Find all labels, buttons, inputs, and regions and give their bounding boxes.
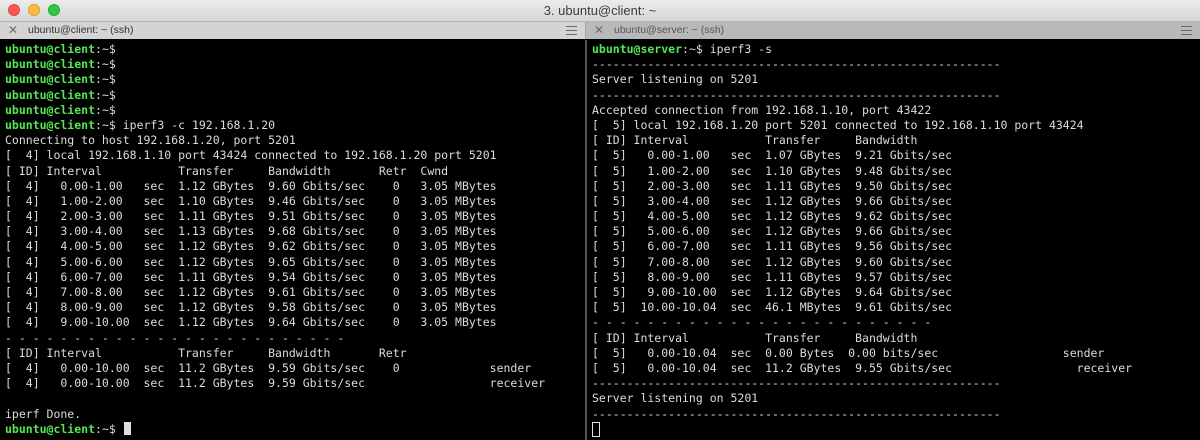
output-line: [ 5] 0.00-1.00 sec 1.07 GBytes 9.21 Gbit… bbox=[592, 148, 953, 163]
prompt-path: :~$ bbox=[95, 72, 116, 87]
tab-server-ssh[interactable]: ✕ ubuntu@server: ~ (ssh) bbox=[586, 22, 1200, 39]
window-title: 3. ubuntu@client: ~ bbox=[543, 3, 657, 18]
output-line: [ 4] 0.00-10.00 sec 11.2 GBytes 9.59 Gbi… bbox=[5, 360, 532, 375]
output-line: [ 5] 8.00-9.00 sec 1.11 GBytes 9.57 Gbit… bbox=[592, 269, 953, 284]
server-terminal-output: ubuntu@server:~$ iperf3 -s --------------… bbox=[592, 42, 1132, 437]
output-line: [ ID] Interval Transfer Bandwidth Retr C… bbox=[5, 163, 449, 178]
output-line: [ 4] 2.00-3.00 sec 1.11 GBytes 9.51 Gbit… bbox=[5, 209, 497, 224]
prompt-user: ubuntu@server bbox=[592, 42, 683, 56]
tab-client-ssh[interactable]: ✕ ubuntu@client: ~ (ssh) bbox=[0, 22, 586, 39]
hamburger-menu-icon[interactable] bbox=[1181, 26, 1192, 35]
prompt-path: :~$ bbox=[682, 42, 703, 56]
prompt-user: ubuntu@client bbox=[5, 57, 96, 72]
output-line: [ 5] 6.00-7.00 sec 1.11 GBytes 9.56 Gbit… bbox=[592, 239, 953, 254]
terminal-window: 3. ubuntu@client: ~ ✕ ubuntu@client: ~ (… bbox=[0, 0, 1200, 440]
prompt-line: ubuntu@client:~$ bbox=[5, 88, 545, 103]
output-line: [ 5] 2.00-3.00 sec 1.11 GBytes 9.50 Gbit… bbox=[592, 178, 953, 193]
output-line: ----------------------------------------… bbox=[592, 87, 1001, 102]
text-cursor bbox=[592, 421, 600, 437]
output-line: [ 4] local 192.168.1.10 port 43424 conne… bbox=[5, 148, 497, 163]
prompt-user: ubuntu@client bbox=[5, 421, 96, 436]
prompt-line: ubuntu@client:~$ bbox=[5, 421, 545, 437]
output-line: [ 5] 5.00-6.00 sec 1.12 GBytes 9.66 Gbit… bbox=[592, 224, 953, 239]
output-line: ----------------------------------------… bbox=[592, 406, 1001, 421]
title-bar[interactable]: 3. ubuntu@client: ~ bbox=[0, 0, 1200, 22]
output-line: [ 5] 3.00-4.00 sec 1.12 GBytes 9.66 Gbit… bbox=[592, 193, 953, 208]
output-line: [ 4] 0.00-1.00 sec 1.12 GBytes 9.60 Gbit… bbox=[5, 178, 497, 193]
tab-bar: ✕ ubuntu@client: ~ (ssh) ✕ ubuntu@server… bbox=[0, 22, 1200, 39]
output-line: Accepted connection from 192.168.1.10, p… bbox=[592, 102, 932, 117]
output-line: [ 4] 9.00-10.00 sec 1.12 GBytes 9.64 Gbi… bbox=[5, 315, 497, 330]
prompt-user: ubuntu@client bbox=[5, 87, 96, 102]
prompt-line: ubuntu@server:~$ iperf3 -s bbox=[592, 42, 1132, 57]
output-line: [ 4] 7.00-8.00 sec 1.12 GBytes 9.61 Gbit… bbox=[5, 285, 497, 299]
output-line: [ 4] 0.00-10.00 sec 11.2 GBytes 9.59 Gbi… bbox=[5, 376, 546, 391]
output-line: iperf Done. bbox=[5, 406, 82, 421]
prompt-user: ubuntu@client bbox=[5, 117, 96, 132]
output-line: [ 4] 8.00-9.00 sec 1.12 GBytes 9.58 Gbit… bbox=[5, 300, 497, 315]
output-line: [ 5] 0.00-10.04 sec 11.2 GBytes 9.55 Gbi… bbox=[592, 360, 1133, 375]
prompt-path: :~$ bbox=[95, 42, 116, 56]
output-line: Connecting to host 192.168.1.20, port 52… bbox=[5, 133, 296, 148]
server-terminal-pane[interactable]: ubuntu@server:~$ iperf3 -s --------------… bbox=[587, 40, 1200, 440]
close-icon[interactable]: ✕ bbox=[594, 22, 604, 39]
output-line: - - - - - - - - - - - - - - - - - - - - … bbox=[592, 315, 932, 330]
command-text bbox=[116, 422, 123, 436]
output-line: [ 4] 1.00-2.00 sec 1.10 GBytes 9.46 Gbit… bbox=[5, 193, 497, 208]
output-line: [ 5] 10.00-10.04 sec 46.1 MBytes 9.61 Gb… bbox=[592, 300, 953, 315]
close-icon[interactable]: ✕ bbox=[8, 22, 18, 39]
output-line: [ ID] Interval Transfer Bandwidth bbox=[592, 133, 918, 148]
prompt-line: ubuntu@client:~$ bbox=[5, 57, 545, 72]
output-line: [ 5] 4.00-5.00 sec 1.12 GBytes 9.62 Gbit… bbox=[592, 209, 953, 224]
output-line: [ 5] 1.00-2.00 sec 1.10 GBytes 9.48 Gbit… bbox=[592, 163, 953, 178]
client-terminal-output: ubuntu@client:~$ ubuntu@client:~$ ubuntu@c… bbox=[5, 42, 545, 437]
client-terminal-pane[interactable]: ubuntu@client:~$ ubuntu@client:~$ ubuntu@c… bbox=[0, 40, 585, 440]
prompt-path: :~$ bbox=[95, 117, 116, 132]
prompt-line: ubuntu@client:~$ bbox=[5, 72, 545, 87]
output-line: [ 4] 4.00-5.00 sec 1.12 GBytes 9.62 Gbit… bbox=[5, 239, 497, 254]
output-line: ----------------------------------------… bbox=[592, 57, 1001, 72]
output-line: ----------------------------------------… bbox=[592, 376, 1001, 391]
output-line: Server listening on 5201 bbox=[592, 391, 759, 406]
prompt-user: ubuntu@client bbox=[5, 102, 96, 117]
output-line: - - - - - - - - - - - - - - - - - - - - … bbox=[5, 330, 345, 345]
output-line bbox=[592, 421, 1132, 437]
prompt-path: :~$ bbox=[95, 57, 116, 72]
output-line: [ 4] 6.00-7.00 sec 1.11 GBytes 9.54 Gbit… bbox=[5, 269, 497, 284]
output-line: [ 5] 0.00-10.04 sec 0.00 Bytes 0.00 bits… bbox=[592, 345, 1105, 360]
prompt-line: ubuntu@client:~$ bbox=[5, 103, 545, 118]
output-line: [ 4] 3.00-4.00 sec 1.13 GBytes 9.68 Gbit… bbox=[5, 224, 497, 239]
prompt-user: ubuntu@client bbox=[5, 42, 96, 56]
command-text: iperf3 -c 192.168.1.20 bbox=[115, 117, 276, 132]
output-line: [ ID] Interval Transfer Bandwidth bbox=[592, 330, 918, 345]
output-line: [ ID] Interval Transfer Bandwidth Retr bbox=[5, 345, 407, 360]
tab-label: ubuntu@server: ~ (ssh) bbox=[614, 24, 725, 36]
prompt-user: ubuntu@client bbox=[5, 72, 96, 87]
prompt-line: ubuntu@client:~$ bbox=[5, 42, 545, 57]
output-line: [ 5] 7.00-8.00 sec 1.12 GBytes 9.60 Gbit… bbox=[592, 254, 953, 269]
prompt-path: :~$ bbox=[95, 102, 116, 117]
hamburger-menu-icon[interactable] bbox=[566, 26, 577, 35]
tab-label: ubuntu@client: ~ (ssh) bbox=[28, 24, 134, 36]
prompt-line: ubuntu@client:~$ iperf3 -c 192.168.1.20 bbox=[5, 118, 545, 133]
prompt-path: :~$ bbox=[95, 87, 116, 102]
output-line: [ 4] 5.00-6.00 sec 1.12 GBytes 9.65 Gbit… bbox=[5, 254, 497, 269]
command-text: iperf3 -s bbox=[702, 42, 773, 56]
output-line: Server listening on 5201 bbox=[592, 72, 759, 87]
output-line: [ 5] local 192.168.1.20 port 5201 connec… bbox=[592, 117, 1084, 132]
prompt-path: :~$ bbox=[95, 421, 116, 436]
text-cursor bbox=[123, 421, 131, 435]
output-line: [ 5] 9.00-10.00 sec 1.12 GBytes 9.64 Gbi… bbox=[592, 285, 953, 299]
